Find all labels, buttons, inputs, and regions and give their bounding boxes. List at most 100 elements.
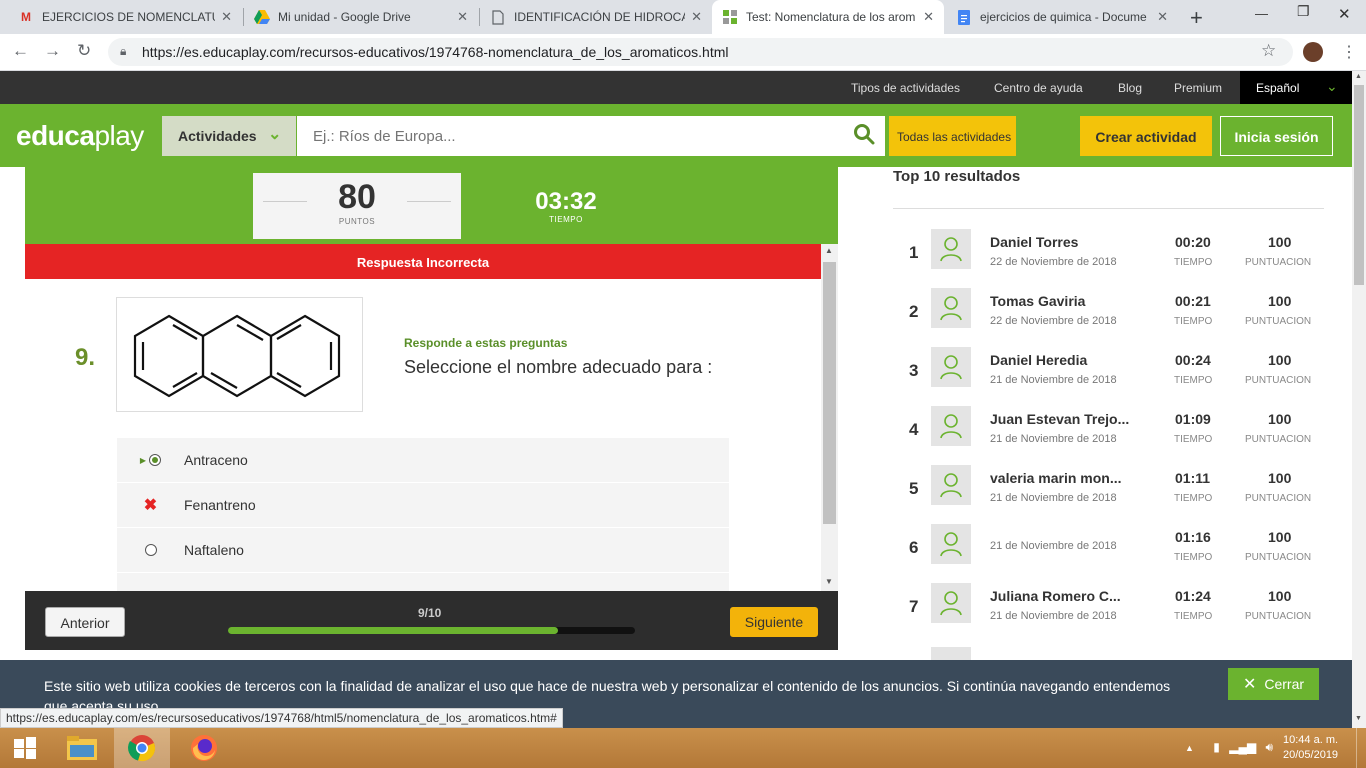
back-icon[interactable]: ←: [12, 41, 29, 61]
signal-icon[interactable]: ▂▄▆: [1229, 740, 1256, 754]
profile-avatar[interactable]: [1303, 42, 1323, 62]
link-tipos-actividades[interactable]: Tipos de actividades: [851, 81, 960, 95]
file-explorer-icon[interactable]: [54, 728, 110, 768]
close-tab-icon[interactable]: ✕: [923, 9, 934, 25]
create-activity-button[interactable]: Crear actividad: [1080, 116, 1212, 156]
ranking-position: 2: [909, 302, 919, 321]
next-button[interactable]: Siguiente: [730, 607, 818, 637]
minimize-icon[interactable]: —: [1255, 6, 1268, 21]
ranking-time: 01:09: [1175, 411, 1211, 427]
ranking-time: 00:24: [1175, 352, 1211, 368]
ranking-name: Tomas Gaviria: [990, 293, 1086, 309]
educaplay-logo[interactable]: educaplay: [16, 120, 144, 152]
site-top-bar: Tipos de actividades Centro de ayuda Blo…: [0, 71, 1352, 104]
ranking-time-label: TIEMPO: [1174, 257, 1213, 268]
arrow-right-icon: ▶: [139, 455, 147, 465]
user-avatar-icon: [931, 465, 971, 505]
tab-identificacion[interactable]: IDENTIFICACIÓN DE HIDROCAR ✕: [480, 0, 712, 34]
ranking-time-label: TIEMPO: [1174, 493, 1213, 504]
search-icon[interactable]: [853, 123, 875, 150]
close-tab-icon[interactable]: ✕: [1157, 9, 1168, 25]
tab-educaplay[interactable]: Test: Nomenclatura de los arom ✕: [712, 0, 944, 34]
ranking-date: 21 de Noviembre de 2018: [990, 540, 1117, 552]
ranking-position: 5: [909, 479, 919, 498]
browser-tab-bar: M EJERCICIOS DE NOMENCLATUR ✕ Mi unidad …: [0, 0, 1366, 34]
reload-icon[interactable]: ↻: [77, 41, 91, 61]
ranking-title: Top 10 resultados: [893, 168, 1021, 185]
option-antraceno[interactable]: ▶ Antraceno: [117, 438, 729, 482]
close-tab-icon[interactable]: ✕: [457, 9, 468, 25]
close-window-icon[interactable]: ✕: [1338, 5, 1351, 23]
question-prompt-label: Responde a estas preguntas: [404, 336, 568, 350]
link-blog[interactable]: Blog: [1118, 81, 1142, 95]
scroll-down-icon[interactable]: ▼: [1355, 715, 1362, 722]
close-tab-icon[interactable]: ✕: [691, 9, 702, 25]
all-activities-button[interactable]: Todas las actividades: [889, 116, 1016, 156]
site-header: educaplay Actividades ⌄ Todas las activi…: [0, 104, 1352, 167]
volume-icon[interactable]: 🔊︎: [1266, 740, 1274, 754]
ranking-score-label: PUNTUACION: [1245, 552, 1312, 563]
scroll-up-icon[interactable]: ▲: [825, 246, 833, 255]
ranking-score-label: PUNTUACION: [1245, 316, 1312, 327]
restore-icon[interactable]: ❐: [1297, 3, 1310, 20]
option-naftaleno[interactable]: Naftaleno: [117, 528, 729, 572]
chevron-up-icon[interactable]: ▲: [1185, 743, 1194, 753]
avatar-icon: [931, 647, 971, 660]
link-premium[interactable]: Premium: [1174, 81, 1222, 95]
language-selector[interactable]: Español ⌄: [1240, 71, 1352, 104]
windows-start-icon[interactable]: [0, 728, 50, 768]
ranking-time-label: TIEMPO: [1174, 611, 1213, 622]
option-hidden[interactable]: [117, 573, 729, 591]
close-tab-icon[interactable]: ✕: [221, 9, 232, 25]
ranking-time: 00:21: [1175, 293, 1211, 309]
feedback-banner: Respuesta Incorrecta: [25, 244, 821, 279]
ranking-score-label: PUNTUACION: [1245, 611, 1312, 622]
activities-dropdown[interactable]: Actividades ⌄: [162, 116, 296, 156]
forward-icon[interactable]: →: [44, 41, 61, 61]
option-fenantreno[interactable]: ✖ Fenantreno: [117, 483, 729, 527]
ranking-name: Juliana Romero C...: [990, 588, 1121, 604]
user-avatar-icon: [931, 288, 971, 328]
firefox-icon[interactable]: [176, 728, 232, 768]
question-text: Seleccione el nombre adecuado para :: [404, 357, 713, 377]
ranking-time-label: TIEMPO: [1174, 375, 1213, 386]
chevron-down-icon: ⌄: [268, 126, 282, 143]
tab-docs[interactable]: ejercicios de quimica - Docume ✕: [946, 0, 1178, 34]
question-scrollbar[interactable]: ▲ ▼: [821, 244, 838, 591]
ranking-time: 01:16: [1175, 529, 1211, 545]
page-scrollbar[interactable]: ▲ ▼: [1352, 71, 1366, 728]
search-input[interactable]: [297, 116, 885, 156]
new-tab-icon[interactable]: +: [1190, 5, 1203, 31]
url-input[interactable]: 🔒︎ https://es.educaplay.com/recursos-edu…: [108, 38, 1293, 66]
progress-text: 9/10: [418, 606, 442, 620]
tab-drive[interactable]: Mi unidad - Google Drive ✕: [244, 0, 478, 34]
cookie-close-button[interactable]: ✕ Cerrar: [1228, 668, 1319, 700]
ranking-time: 01:24: [1175, 588, 1211, 604]
show-desktop-button[interactable]: [1356, 728, 1366, 768]
bookmark-star-icon[interactable]: ☆: [1261, 41, 1276, 61]
menu-dots-icon[interactable]: ⋮: [1341, 42, 1357, 62]
ranking-score: 100: [1268, 293, 1292, 309]
clock[interactable]: 10:44 a. m. 20/05/2019: [1283, 733, 1338, 763]
ranking-position: 1: [909, 243, 919, 262]
drive-icon: [254, 9, 270, 25]
molecule-image: [116, 297, 363, 412]
progress-fill: [228, 627, 558, 634]
ranking-row: 6 21 de Noviembre de 2018 01:16 TIEMPO 100 PU…: [893, 524, 1333, 583]
scroll-up-icon[interactable]: ▲: [1355, 73, 1362, 80]
login-button[interactable]: Inicia sesión: [1220, 116, 1333, 156]
chevron-down-icon: ⌄: [1326, 78, 1338, 94]
link-centro-ayuda[interactable]: Centro de ayuda: [994, 81, 1083, 95]
ranking-score: 100: [1268, 234, 1292, 250]
ranking-score-label: PUNTUACION: [1245, 493, 1312, 504]
ranking-row: 2 Tomas Gaviria 22 de Noviembre de 2018 00:…: [893, 288, 1333, 347]
chrome-icon[interactable]: [114, 728, 170, 768]
ranking-date: 21 de Noviembre de 2018: [990, 374, 1117, 386]
tab-gmail[interactable]: M EJERCICIOS DE NOMENCLATUR ✕: [8, 0, 242, 34]
ranking-row: 1 Daniel Torres 22 de Noviembre de 2018 00:…: [893, 229, 1333, 288]
scroll-down-icon[interactable]: ▼: [825, 577, 833, 586]
battery-icon[interactable]: ▮: [1213, 740, 1220, 754]
previous-button[interactable]: Anterior: [45, 607, 125, 637]
address-bar-row: ← → ↻ 🔒︎ https://es.educaplay.com/recurs…: [0, 34, 1366, 71]
user-avatar-icon: [931, 347, 971, 387]
